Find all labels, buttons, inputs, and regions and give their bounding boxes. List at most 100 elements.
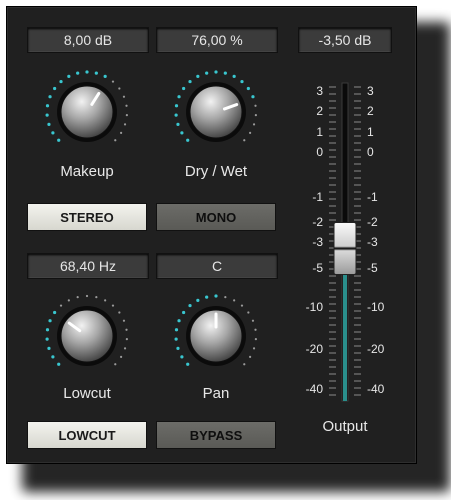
knob-scale-dot [47,122,51,126]
drywet-knob-graphic [174,70,257,142]
knob-scale-dot [186,362,190,366]
knob-scale-dot [174,104,179,108]
knob-scale-dot [188,79,192,84]
fader-handle[interactable] [333,222,357,275]
knob-scale-dot [205,295,209,299]
knob-scale-dot [59,304,63,307]
knob-scale-dot [254,104,257,107]
knob-scale-dot [177,319,181,323]
lowcut-knob[interactable] [32,281,142,391]
knob-scale-dot [67,74,71,78]
knob-scale-dot [120,355,123,358]
knob-scale-dot [123,123,127,126]
bypass-button[interactable]: BYPASS [156,421,276,449]
knob-scale-dot [174,337,178,341]
knob-scale-dot [196,74,200,78]
output-label: Output [322,418,368,435]
fader-scale-label: 0 [367,145,374,159]
makeup-knob[interactable] [32,57,142,167]
fader-scale-label: 3 [316,84,323,98]
fader-scale-label: -10 [306,300,324,314]
output-fader[interactable]: 3 3 2 2 1 1 0 0 -1 -1 -2 -2 -3 -3 -5 -5 -10 -10 -20 -20 -40 -… [297,77,393,407]
pan-knob-graphic [174,294,257,366]
knob-scale-dot [177,95,181,99]
fader-scale-label: -5 [367,261,378,275]
fader-scale-label: 2 [316,104,323,118]
makeup-knob-graphic [45,70,128,142]
knob-scale-dot [176,346,180,350]
mono-button[interactable]: MONO [156,203,276,231]
knob-scale-dot [95,296,98,299]
fader-scale-label: -20 [367,342,385,356]
fader-scale-label: -10 [367,300,385,314]
knob-scale-dot [53,310,57,315]
drywet-value-display[interactable]: 76,00 % [156,27,278,53]
knob-scale-dot [85,70,89,74]
pan-value-display[interactable]: C [156,253,278,279]
knob-scale-dot [214,70,218,74]
fader-scale-label: -3 [312,235,323,249]
makeup-label: Makeup [60,163,114,180]
knob-scale-dot [123,347,127,350]
stereo-button[interactable]: STEREO [27,203,147,231]
fader-scale-label: -2 [367,215,378,229]
knob-scale-dot [76,71,80,75]
fader-scale-label: 3 [367,84,374,98]
knob-scale-dot [233,299,236,302]
knob-scale-dot [125,328,128,331]
knob-scale-dot [243,363,246,366]
output-value-display[interactable]: -3,50 dB [298,27,392,53]
knob-scale-dot [125,338,128,341]
pan-knob[interactable] [161,281,271,391]
knob-scale-dot [254,328,257,331]
knob-scale-dot [51,355,55,359]
knob-scale-dot [243,139,246,142]
knob-scale-dot [114,139,117,142]
knob-scale-dot [45,113,49,117]
knob-scale-dot [120,131,123,134]
knob-scale-dot [182,86,186,91]
fader-scale-label: -1 [367,190,378,204]
makeup-value-display[interactable]: 8,00 dB [27,27,149,53]
knob-scale-dot [252,123,256,126]
knob-scale-dot [232,74,236,78]
knob-scale-dot [45,328,50,332]
knob-scale-dot [111,304,115,307]
drywet-knob[interactable] [161,57,271,167]
knob-scale-dot [122,95,126,98]
knob-scale-dot [104,299,107,302]
knob-scale-dot [174,328,179,332]
knob-scale-dot [57,362,61,366]
knob-scale-dot [180,131,184,135]
knob-scale-dot [118,311,121,314]
knob-scale-dot [94,71,98,75]
knob-scale-dot [48,319,52,323]
knob-scale-dot [59,79,63,84]
lowcut-value-display[interactable]: 68,40 Hz [27,253,149,279]
knob-scale-dot [205,71,209,75]
knob-scale-dot [252,347,256,350]
lowcut-button[interactable]: LOWCUT [27,421,147,449]
knob-scale-dot [176,122,180,126]
fader-scale-label: -3 [367,235,378,249]
fader-scale-label: -40 [306,382,324,396]
knob-scale-dot [188,303,192,308]
knob-scale-dot [223,71,227,75]
knob-scale-dot [103,74,107,78]
knob-scale-dot [240,79,244,84]
knob-scale-dot [48,95,52,99]
output-fader-graphic: 3 3 2 2 1 1 0 0 -1 -1 -2 -2 -3 -3 -5 -5 -10 -10 -20 -20 -40 -… [306,82,385,402]
knob-scale-dot [249,131,252,134]
knob-scale-dot [122,319,126,322]
knob-scale-dot [45,104,50,108]
knob-scale-dot [254,114,257,117]
knob-scale-dot [57,138,61,142]
fader-scale-label: 0 [316,145,323,159]
knob-scale-dot [45,337,49,341]
knob-scale-dot [246,86,250,91]
knob-scale-dot [53,86,57,91]
knob-scale-dot [196,298,200,302]
knob-scale-dot [125,104,128,107]
knob-scale-dot [180,355,184,359]
knob-scale-dot [251,95,255,99]
